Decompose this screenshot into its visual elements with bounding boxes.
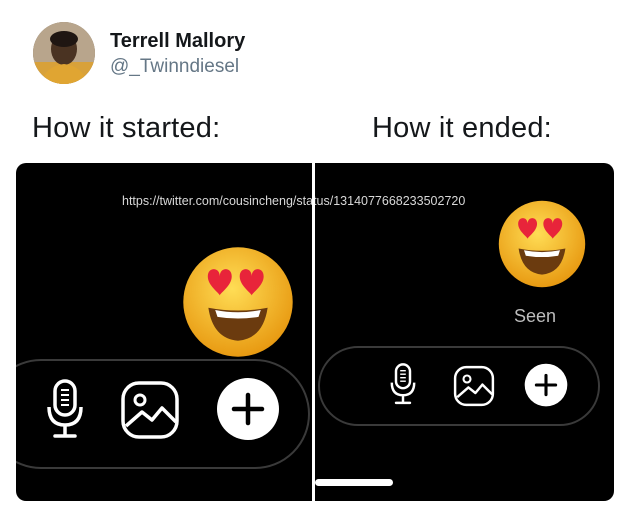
- image-icon[interactable]: [120, 380, 180, 440]
- home-indicator: [315, 479, 393, 486]
- image-icon-right[interactable]: [453, 365, 495, 407]
- author-handle[interactable]: @_Twinndiesel: [110, 56, 239, 78]
- caption-how-it-started: How it started:: [32, 112, 221, 144]
- heart-eyes-emoji: [183, 247, 293, 357]
- heart-eyes-emoji-right: [498, 200, 586, 288]
- plus-icon-right[interactable]: [524, 363, 568, 407]
- avatar[interactable]: [33, 22, 95, 84]
- watermark-url: https://twitter.com/cousincheng/status/1…: [122, 194, 466, 208]
- meme-image: https://twitter.com/cousincheng/status/1…: [16, 163, 614, 501]
- plus-icon[interactable]: [216, 377, 280, 441]
- microphone-icon-right[interactable]: [389, 361, 417, 407]
- seen-status: Seen: [514, 306, 557, 326]
- caption-how-it-ended: How it ended:: [372, 112, 552, 144]
- microphone-icon[interactable]: [45, 377, 85, 441]
- panel-divider: [312, 163, 315, 501]
- author-name[interactable]: Terrell Mallory: [110, 30, 245, 53]
